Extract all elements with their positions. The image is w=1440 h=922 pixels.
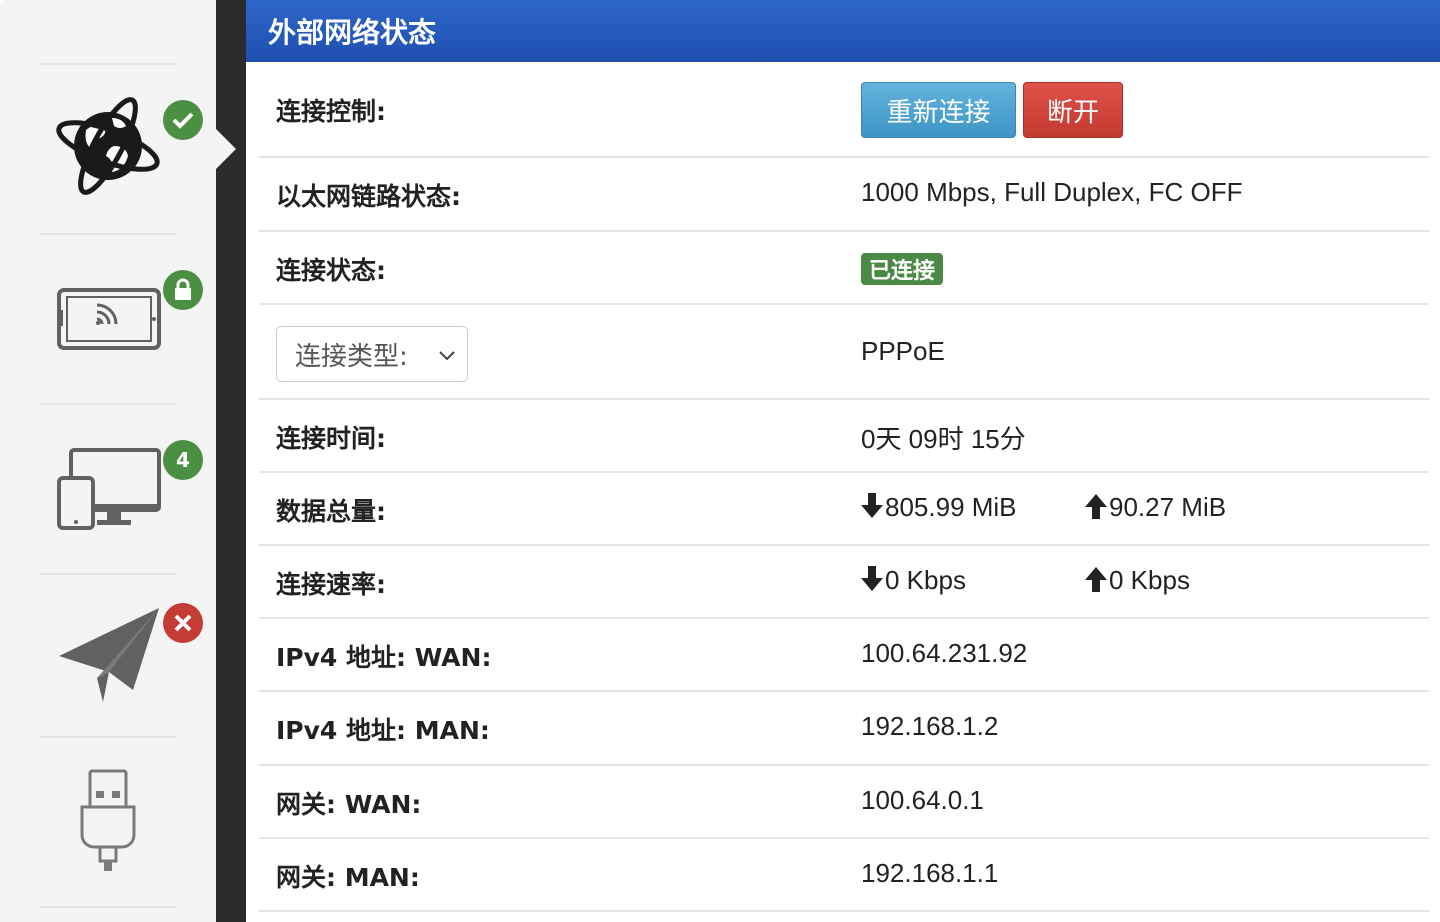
- check-icon: [172, 112, 194, 129]
- row-total-data: 数据总量: 805.99 MiB 90.27 MiB: [259, 472, 1429, 546]
- download-total-value: 805.99 MiB: [885, 492, 1017, 522]
- sidebar-item-network[interactable]: [0, 64, 216, 234]
- download-rate: 0 Kbps: [861, 565, 966, 596]
- connection-status-label: 连接状态:: [276, 256, 386, 285]
- connection-rate-label: 连接速率:: [276, 570, 386, 599]
- disconnect-button[interactable]: 断开: [1023, 82, 1123, 138]
- arrow-up-icon: [1085, 494, 1107, 519]
- panel-title: 外部网络状态: [246, 0, 1440, 62]
- usb-icon: [80, 769, 136, 871]
- row-gateway-wan: 网关: WAN: 100.64.0.1: [259, 765, 1429, 839]
- connection-time-value: 0天 09时 15分: [861, 424, 1026, 454]
- paper-plane-icon: [59, 608, 159, 702]
- connection-type-select[interactable]: 连接类型:: [276, 326, 468, 382]
- upload-rate: 0 Kbps: [1085, 565, 1190, 596]
- ipv4-wan-value: 100.64.231.92: [861, 638, 1028, 668]
- gateway-man-label: 网关: MAN:: [276, 863, 420, 892]
- row-gateway-man: 网关: MAN: 192.168.1.1: [259, 838, 1429, 912]
- devices-count-badge: 4: [163, 440, 203, 480]
- sidebar-divider: [40, 906, 176, 908]
- sidebar-item-send[interactable]: [0, 574, 216, 736]
- total-data-label: 数据总量:: [276, 497, 386, 526]
- row-ipv4-wan: IPv4 地址: WAN: 100.64.231.92: [259, 618, 1429, 692]
- row-connection-status: 连接状态: 已连接: [259, 231, 1429, 305]
- status-lock-badge: [163, 270, 203, 310]
- arrow-down-icon: [861, 566, 883, 591]
- upload-total: 90.27 MiB: [1085, 492, 1226, 523]
- upload-rate-value: 0 Kbps: [1109, 565, 1190, 595]
- connection-control-label: 连接控制:: [276, 97, 386, 126]
- ipv4-wan-label: IPv4 地址: WAN:: [276, 643, 492, 672]
- devices-icon: [57, 448, 161, 530]
- row-ethernet-link: 以太网链路状态: 1000 Mbps, Full Duplex, FC OFF: [259, 157, 1429, 232]
- active-item-pointer: [216, 129, 236, 169]
- status-error-badge: [163, 603, 203, 643]
- row-connection-control: 连接控制: 重新连接 断开: [259, 62, 1429, 158]
- gateway-wan-value: 100.64.0.1: [861, 785, 984, 815]
- ethernet-link-value: 1000 Mbps, Full Duplex, FC OFF: [861, 177, 1243, 207]
- upload-total-value: 90.27 MiB: [1109, 492, 1227, 522]
- download-rate-value: 0 Kbps: [885, 565, 966, 595]
- row-connection-rate: 连接速率: 0 Kbps 0 Kbps: [259, 545, 1429, 619]
- download-total: 805.99 MiB: [861, 492, 1017, 523]
- gateway-wan-label: 网关: WAN:: [276, 790, 422, 819]
- devices-count: 4: [176, 448, 190, 472]
- row-ipv4-man: IPv4 地址: MAN: 192.168.1.2: [259, 691, 1429, 766]
- arrow-up-icon: [1085, 567, 1107, 592]
- arrow-down-icon: [861, 493, 883, 518]
- sidebar-item-devices[interactable]: 4: [0, 404, 216, 574]
- sidebar-item-wireless[interactable]: [0, 234, 216, 404]
- wireless-tablet-icon: [57, 288, 161, 350]
- status-ok-badge: [163, 100, 203, 140]
- chevron-down-icon: [439, 351, 455, 361]
- globe-icon: [56, 97, 160, 195]
- connection-type-select-value: 连接类型:: [295, 341, 408, 372]
- lock-icon: [175, 278, 191, 300]
- reconnect-button[interactable]: 重新连接: [861, 82, 1016, 138]
- ethernet-link-label: 以太网链路状态:: [276, 182, 461, 211]
- sidebar: 4: [0, 0, 217, 922]
- row-connection-type: 连接类型: PPPoE: [259, 304, 1429, 400]
- connected-status-badge: 已连接: [861, 253, 944, 285]
- ipv4-man-value: 192.168.1.2: [861, 711, 999, 741]
- sidebar-item-usb[interactable]: [0, 737, 216, 907]
- gateway-man-value: 192.168.1.1: [861, 858, 999, 888]
- row-connection-time: 连接时间: 0天 09时 15分: [259, 399, 1429, 473]
- wan-status-panel: 外部网络状态 连接控制: 重新连接 断开 以太网链路状态: 1000 Mbps,…: [246, 0, 1440, 922]
- cross-icon: [174, 614, 192, 632]
- connection-type-value: PPPoE: [861, 336, 945, 366]
- ipv4-man-label: IPv4 地址: MAN:: [276, 716, 490, 745]
- connection-time-label: 连接时间:: [276, 424, 386, 453]
